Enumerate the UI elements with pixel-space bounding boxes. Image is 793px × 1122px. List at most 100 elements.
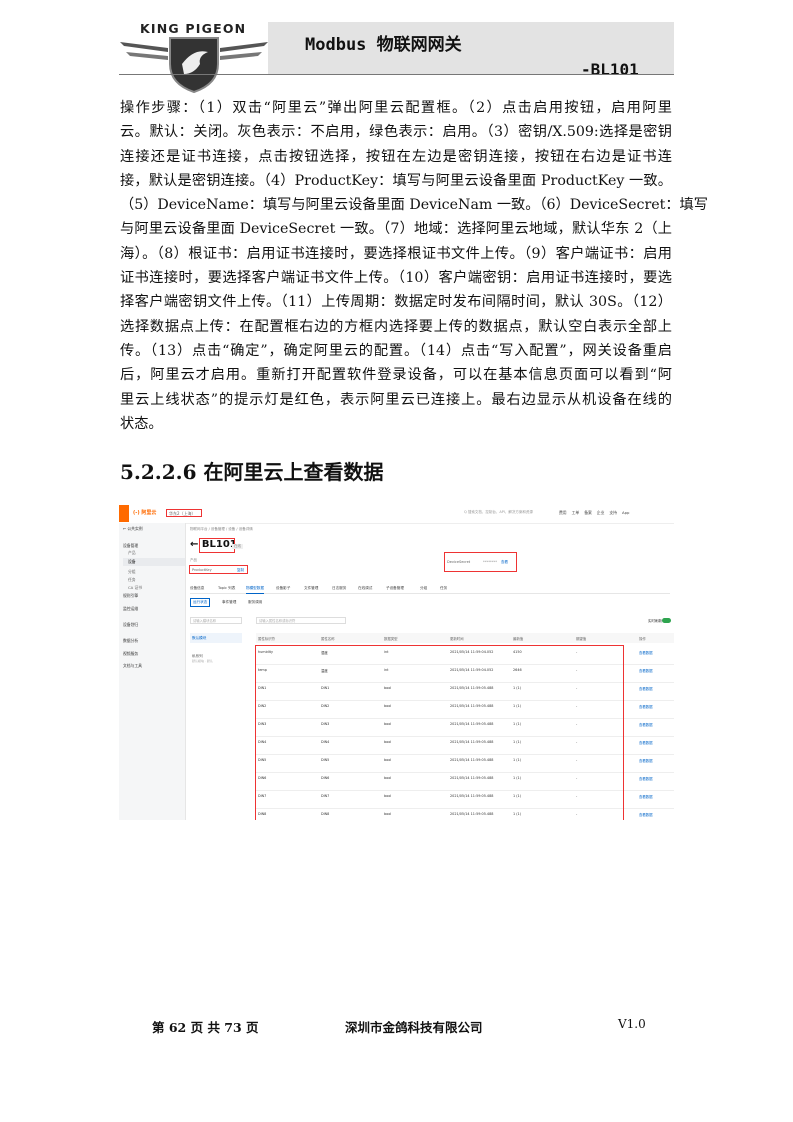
highlight-frame <box>255 645 624 820</box>
sidebar-item[interactable]: 视频服务 <box>123 651 138 657</box>
paragraph-line: 择客户端密钥文件上传。（11）上传周期：数据定时发布间隔时间，默认 30S。（1… <box>120 294 672 311</box>
page-number: 第 62 页 共 73 页 <box>152 1020 259 1035</box>
column-header: 属性标识符 <box>258 637 275 641</box>
paragraph-line: 证书连接时，要选择客户端证书文件上传。（10）客户端密钥：启用证书连接时，要选 <box>120 270 672 287</box>
top-link[interactable]: 备案 <box>584 510 592 515</box>
sidebar-item[interactable]: CA 证书 <box>128 585 142 591</box>
sub-tab[interactable]: 服务调用 <box>248 600 262 605</box>
module-search-input[interactable]: 请输入模块名称 <box>190 617 242 624</box>
paragraph-line: （5）DeviceName：填写与阿里云设备里面 DeviceNam 一致。（6… <box>120 197 708 214</box>
table-header: 属性标识符 属性名称 数据类型 更新时间 最新值 期望值 操作 <box>256 633 674 643</box>
sidebar-item[interactable]: 设备 <box>123 558 185 566</box>
column-header: 操作 <box>639 637 646 641</box>
column-header: 更新时间 <box>450 637 464 641</box>
product-label: 产品 <box>190 558 197 562</box>
view-data-link[interactable]: 查看数据 <box>639 686 653 691</box>
sub-tab[interactable]: 运行状态 <box>190 598 211 607</box>
view-data-link[interactable]: 查看数据 <box>639 650 653 655</box>
sidebar-item[interactable]: 设备划归 <box>123 622 138 628</box>
doc-version: V1.0 <box>618 1017 646 1031</box>
productkey-field: ProductKey 复制 <box>189 565 248 574</box>
paragraph-line: 状态。 <box>120 415 163 432</box>
copy-link[interactable]: 复制 <box>237 566 244 575</box>
company-name: 深圳市金鸽科技有限公司 <box>345 1020 483 1035</box>
device-detail: 物联网平台 / 设备管理 / 设备 / 设备详情 ← BL101 在线 产品 P… <box>186 523 674 820</box>
tab[interactable]: Topic 列表 <box>218 586 235 591</box>
productkey-label: ProductKey <box>192 568 212 572</box>
sub-tab[interactable]: 事件管理 <box>222 600 236 605</box>
sidebar-item[interactable]: 产品 <box>128 550 136 556</box>
breadcrumb: 物联网平台 / 设备管理 / 设备 / 设备详情 <box>190 527 253 531</box>
top-link[interactable]: 费用 <box>559 510 567 515</box>
highlight-box <box>199 538 235 553</box>
paragraph-line: 里云上线状态”的提示灯是红色，表示阿里云已连接上。最右边显示从机设备在线的 <box>120 391 672 408</box>
console-search[interactable]: Q 搜索文档、控制台、API、解决方案和资源 <box>464 510 533 515</box>
column-header: 期望值 <box>576 637 587 641</box>
device-title: ← BL101 <box>190 538 237 553</box>
sidebar-item[interactable]: ← 公共实例 <box>123 526 143 532</box>
paragraph-line: 海）。（8）根证书：启用证书连接时，要选择根证书文件上传。（9）客户端证书：启用 <box>120 245 672 262</box>
header-model: -BL101 <box>581 60 639 79</box>
tab[interactable]: 设备影子 <box>276 586 290 591</box>
top-link[interactable]: 工单 <box>572 510 580 515</box>
paragraph-line: 云。默认：关闭。灰色表示：不启用，绿色表示：启用。（3）密钥/X.509:选择是… <box>120 124 672 141</box>
view-data-link[interactable]: 查看数据 <box>639 776 653 781</box>
view-data-link[interactable]: 查看数据 <box>639 740 653 745</box>
column-header: 数据类型 <box>384 637 398 641</box>
device-tabs: 设备信息 Topic 列表 物模型数据 设备影子 文件管理 日志服务 在线调试 子设备管理 分组… <box>190 584 670 594</box>
column-header: 最新值 <box>513 637 524 641</box>
view-data-link[interactable]: 查看数据 <box>639 758 653 763</box>
view-data-link[interactable]: 查看数据 <box>639 704 653 709</box>
menu-icon[interactable] <box>119 505 129 522</box>
view-link[interactable]: 查看 <box>501 560 508 565</box>
paragraph-line: 后，阿里云才启用。重新打开配置软件登录设备，可以在基本信息页面可以看到“阿 <box>120 367 672 384</box>
tab[interactable]: 设备信息 <box>190 586 204 591</box>
tab[interactable]: 日志服务 <box>332 586 346 591</box>
online-badge: 在线 <box>232 544 243 549</box>
devicesecret-label: DeviceSecret <box>447 560 471 564</box>
sidebar-item[interactable]: 任务 <box>128 577 136 583</box>
view-data-link[interactable]: 查看数据 <box>639 812 653 817</box>
sidebar-item[interactable]: 设备管理 <box>123 543 138 549</box>
paragraph-line: 与阿里云设备里面 DeviceSecret 一致。（7）地域：选择阿里云地域，默… <box>120 221 672 238</box>
view-data-link[interactable]: 查看数据 <box>639 668 653 673</box>
devicesecret-field: DeviceSecret ******** 查看 <box>444 552 517 572</box>
tab[interactable]: 文件管理 <box>304 586 318 591</box>
tab[interactable]: 任务 <box>440 586 447 591</box>
realtime-label: 实时刷新 <box>648 619 662 623</box>
header-divider <box>119 74 674 75</box>
view-data-link[interactable]: 查看数据 <box>639 794 653 799</box>
module-sub: 默认模块 · 默认 <box>192 659 213 663</box>
tab[interactable]: 分组 <box>420 586 427 591</box>
aliyun-logo[interactable]: (-) 阿里云 <box>133 509 156 516</box>
tab[interactable]: 子设备管理 <box>386 586 404 591</box>
paragraph-line: 操作步骤：（1）双击“阿里云”弹出阿里云配置框。（2）点击启用按钮，启用阿里 <box>120 100 672 116</box>
property-search-input[interactable]: 请输入属性名称或标识符 <box>256 617 346 624</box>
aliyun-screenshot: (-) 阿里云 华东2（上海） Q 搜索文档、控制台、API、解决方案和资源 费… <box>119 505 674 820</box>
top-link[interactable]: 企业 <box>597 510 605 515</box>
region-selector[interactable]: 华东2（上海） <box>166 509 202 517</box>
paragraph-line: 传。（13）点击“确定”，确定阿里云的配置。（14）点击“写入配置”，网关设备重… <box>120 342 672 359</box>
top-links: 费用 工单 备案 企业 支持 App <box>559 510 634 516</box>
console-topbar: (-) 阿里云 华东2（上海） Q 搜索文档、控制台、API、解决方案和资源 费… <box>119 505 674 524</box>
section-title: 5.2.2.6 在阿里云上查看数据 <box>120 460 384 484</box>
header-title: Modbus 物联网网关 <box>305 35 462 55</box>
tab[interactable]: 物模型数据 <box>246 586 264 594</box>
module-default[interactable]: 默认模块 <box>190 633 242 643</box>
view-data-link[interactable]: 查看数据 <box>639 722 653 727</box>
paragraph-line: 连接还是证书连接，点击按钮选择，按钮在左边是密钥连接，按钮在右边是证书连 <box>120 148 672 165</box>
tab[interactable]: 在线调试 <box>358 586 372 591</box>
sidebar-item[interactable]: 文档与工具 <box>123 663 142 669</box>
sidebar-item[interactable]: 分组 <box>128 569 136 575</box>
sidebar-item[interactable]: 监控运维 <box>123 606 138 612</box>
body-paragraph: 操作步骤：（1）双击“阿里云”弹出阿里云配置框。（2）点击启用按钮，启用阿里 云。… <box>120 96 708 436</box>
devicesecret-mask: ******** <box>483 560 497 564</box>
sidebar-item[interactable]: 数据分析 <box>123 638 138 644</box>
paragraph-line: 接，默认是密钥连接。（4）ProductKey：填写与阿里云设备里面 Produ… <box>120 172 672 189</box>
pigeon-logo-icon <box>120 37 268 94</box>
sidebar-item[interactable]: 规则引擎 <box>123 593 138 599</box>
top-link[interactable]: App <box>622 510 629 515</box>
top-link[interactable]: 支持 <box>609 510 617 515</box>
console-sidebar: ← 公共实例 设备管理 产品设备分组任务 CA 证书规则引擎监控运维设备划归数据分析视… <box>119 523 186 820</box>
realtime-toggle[interactable] <box>662 618 671 623</box>
